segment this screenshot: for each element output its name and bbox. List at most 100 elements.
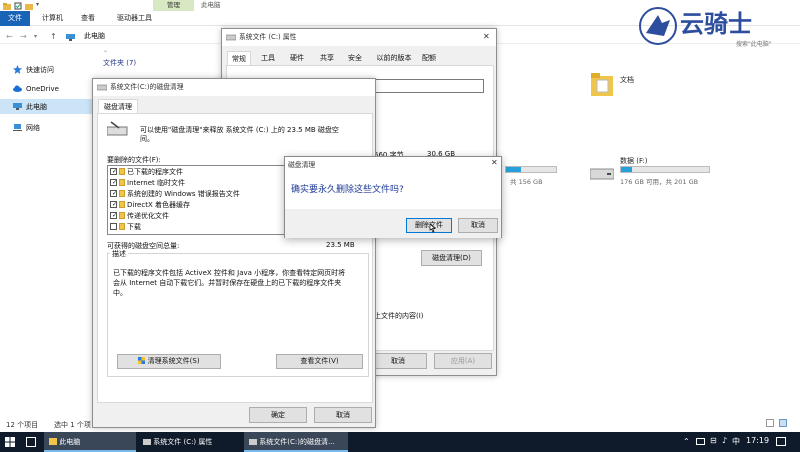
manage-tab[interactable]: 管理: [153, 0, 194, 11]
file-list-item-label: DirectX 着色器缓存: [127, 201, 190, 209]
tab-tools[interactable]: 工具: [257, 51, 279, 65]
file-type-icon: [119, 190, 125, 197]
ok-button[interactable]: 确定: [249, 407, 307, 423]
tab-drive-tools[interactable]: 驱动器工具: [117, 11, 152, 26]
tab-sharing[interactable]: 共享: [316, 51, 338, 65]
drive-cleanup-icon: [107, 120, 129, 138]
file-list-item[interactable]: ✓ Internet 临时文件: [110, 178, 290, 188]
details-view-icon[interactable]: [766, 419, 774, 427]
chevron-down-icon[interactable]: ▾: [36, 1, 39, 8]
address-bar[interactable]: 此电脑: [84, 31, 105, 41]
window-title: 此电脑: [201, 1, 221, 9]
properties-icon[interactable]: [14, 2, 22, 10]
close-icon[interactable]: ✕: [483, 32, 490, 41]
star-icon: [13, 65, 22, 74]
disk-cleanup-button[interactable]: 磁盘清理(D): [421, 250, 482, 266]
checkbox[interactable]: ✓: [110, 212, 117, 219]
computer-icon: [13, 102, 22, 111]
ime-indicator[interactable]: 中: [732, 436, 740, 447]
battery-icon[interactable]: [696, 438, 705, 445]
volume-icon[interactable]: ♪: [722, 436, 727, 445]
folders-group-header[interactable]: 文件夹 (7): [103, 58, 136, 68]
tab-hardware[interactable]: 硬件: [286, 51, 308, 65]
checkbox[interactable]: ✓: [110, 168, 117, 175]
file-list-item-label: 系统创建的 Windows 错误报告文件: [127, 190, 240, 198]
up-icon[interactable]: ↑: [50, 33, 58, 41]
file-type-icon: [119, 201, 125, 208]
confirm-question: 确实要永久删除这些文件吗?: [291, 185, 404, 195]
task-view-icon[interactable]: [26, 437, 36, 447]
cleanup-icon: [249, 439, 257, 445]
file-type-icon: [119, 212, 125, 219]
confirm-title: 磁盘清理: [288, 161, 316, 169]
expand-chevron-icon[interactable]: ⌄: [103, 47, 108, 54]
back-icon[interactable]: ←: [6, 33, 14, 41]
file-list-item-label: 传递优化文件: [127, 212, 169, 220]
close-icon[interactable]: ✕: [491, 158, 498, 167]
file-list-item[interactable]: ✓ 系统创建的 Windows 错误报告文件: [110, 189, 290, 199]
clean-system-files-button[interactable]: 清理系统文件(S): [117, 354, 221, 369]
view-files-button[interactable]: 查看文件(V): [276, 354, 363, 369]
compress-option[interactable]: 上文件的内容(I): [374, 311, 424, 321]
total-space-value: 23.5 MB: [326, 241, 355, 249]
file-type-icon: [119, 223, 125, 230]
windows-start-icon[interactable]: [5, 437, 15, 447]
file-list-item-label: 下载: [127, 223, 141, 231]
taskbar-item-this-pc[interactable]: 此电脑: [44, 432, 136, 452]
checkbox[interactable]: ✓: [110, 201, 117, 208]
drive-small-icon: [226, 33, 236, 41]
checkbox[interactable]: [110, 223, 117, 230]
tab-view[interactable]: 查看: [81, 11, 95, 26]
files-list-items: ✓ 已下载的程序文件 ✓ Internet 临时文件 ✓ 系统创建的 Windows 错误…: [110, 167, 290, 233]
drive-f-name[interactable]: 数据 (F:): [620, 156, 648, 166]
files-to-delete-label: 要删除的文件(F):: [107, 156, 161, 164]
confirm-cancel-button[interactable]: 取消: [458, 218, 498, 233]
clock[interactable]: 17:19: [746, 436, 769, 445]
folder-icon: [49, 438, 57, 445]
drive-f-usage-bar: [620, 166, 710, 173]
cancel-button[interactable]: 取消: [369, 353, 427, 369]
tray-chevron-icon[interactable]: ⌃: [683, 437, 690, 446]
documents-folder-icon[interactable]: [591, 70, 613, 98]
tab-previous-versions[interactable]: 以前的版本: [372, 51, 416, 65]
file-list-item[interactable]: ✓ 传递优化文件: [110, 211, 290, 221]
drive-e-info: 共 156 GB: [510, 178, 543, 186]
folder-icon: [3, 2, 11, 10]
notification-icon[interactable]: [776, 437, 786, 446]
drive-f-info: 176 GB 可用，共 201 GB: [620, 178, 699, 186]
shield-icon: [138, 357, 146, 364]
cleanup-cancel-button[interactable]: 取消: [314, 407, 372, 423]
taskbar-item-properties[interactable]: 系统文件 (C:) 属性: [138, 432, 242, 452]
folder-label-documents[interactable]: 文档: [620, 75, 634, 85]
forward-icon[interactable]: →: [20, 33, 28, 41]
tab-quota[interactable]: 配额: [418, 51, 440, 65]
file-list-item[interactable]: 下载: [110, 222, 290, 232]
check-icon: ✓: [112, 201, 118, 208]
status-item-count: 12 个项目: [6, 421, 39, 429]
file-type-icon: [119, 168, 125, 175]
file-list-item[interactable]: ✓ 已下载的程序文件: [110, 167, 290, 177]
drive-label-input[interactable]: [372, 79, 484, 93]
drive-f-usage-fill: [621, 167, 632, 172]
file-type-icon: [119, 179, 125, 186]
tab-general[interactable]: 常规: [227, 51, 251, 65]
drive-icon[interactable]: [590, 163, 614, 183]
checkbox[interactable]: ✓: [110, 190, 117, 197]
drive-icon: [143, 439, 151, 445]
apply-button[interactable]: 应用(A): [434, 353, 492, 369]
taskbar-item-disk-cleanup[interactable]: 系统文件(C:)的磁盘清...: [244, 432, 348, 452]
tab-file[interactable]: 文件: [0, 11, 30, 26]
tab-security[interactable]: 安全: [344, 51, 366, 65]
mouse-cursor-icon: [428, 223, 436, 234]
watermark-text: 云骑士: [680, 10, 752, 38]
tiles-view-icon[interactable]: [779, 419, 787, 427]
new-folder-icon[interactable]: [25, 2, 33, 10]
network-tray-icon[interactable]: ⊟: [710, 436, 717, 445]
checkbox[interactable]: ✓: [110, 179, 117, 186]
check-icon: ✓: [112, 190, 118, 197]
recent-chevron-icon[interactable]: ▾: [34, 33, 42, 41]
tab-disk-cleanup[interactable]: 磁盘清理: [98, 99, 138, 113]
file-list-item[interactable]: ✓ DirectX 着色器缓存: [110, 200, 290, 210]
tab-computer[interactable]: 计算机: [42, 11, 63, 26]
search-box[interactable]: 搜索"此电脑": [736, 39, 772, 48]
